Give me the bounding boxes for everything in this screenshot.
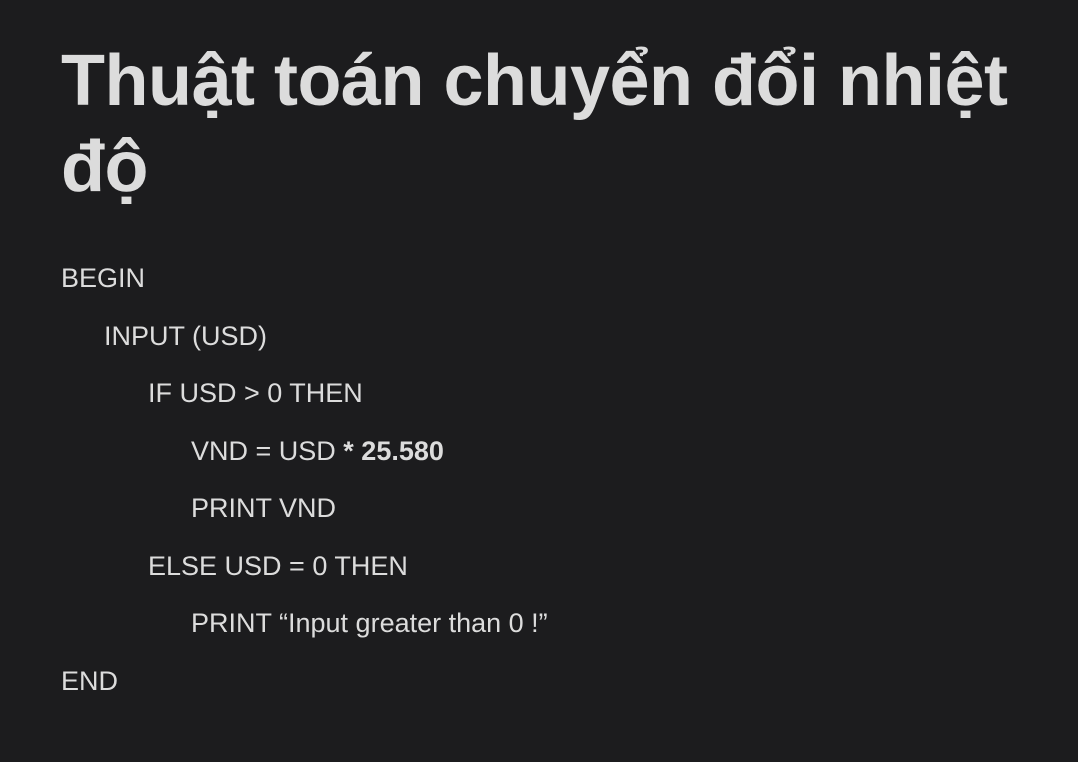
document-page: Thuật toán chuyển đổi nhiệt độ BEGIN INP…: [61, 38, 1041, 696]
code-line-input: INPUT (USD): [104, 320, 268, 351]
page-title: Thuật toán chuyển đổi nhiệt độ: [61, 41, 1008, 207]
assign-rate: * 25.580: [343, 435, 444, 466]
code-line-else: ELSE USD = 0 THEN: [148, 550, 408, 581]
code-line-end: END: [61, 665, 119, 696]
pseudocode-block: BEGIN INPUT (USD) IF USD > 0 THEN VND = …: [61, 250, 548, 710]
code-line-begin: BEGIN: [61, 263, 146, 293]
code-line-print-message: PRINT “Input greater than 0 !”: [191, 608, 548, 638]
code-line-assign: VND = USD * 25.580: [61, 423, 548, 481]
assign-prefix: VND = USD: [191, 435, 344, 466]
code-line-print-vnd: PRINT VND: [191, 493, 337, 523]
code-line-if: IF USD > 0 THEN: [148, 378, 363, 408]
